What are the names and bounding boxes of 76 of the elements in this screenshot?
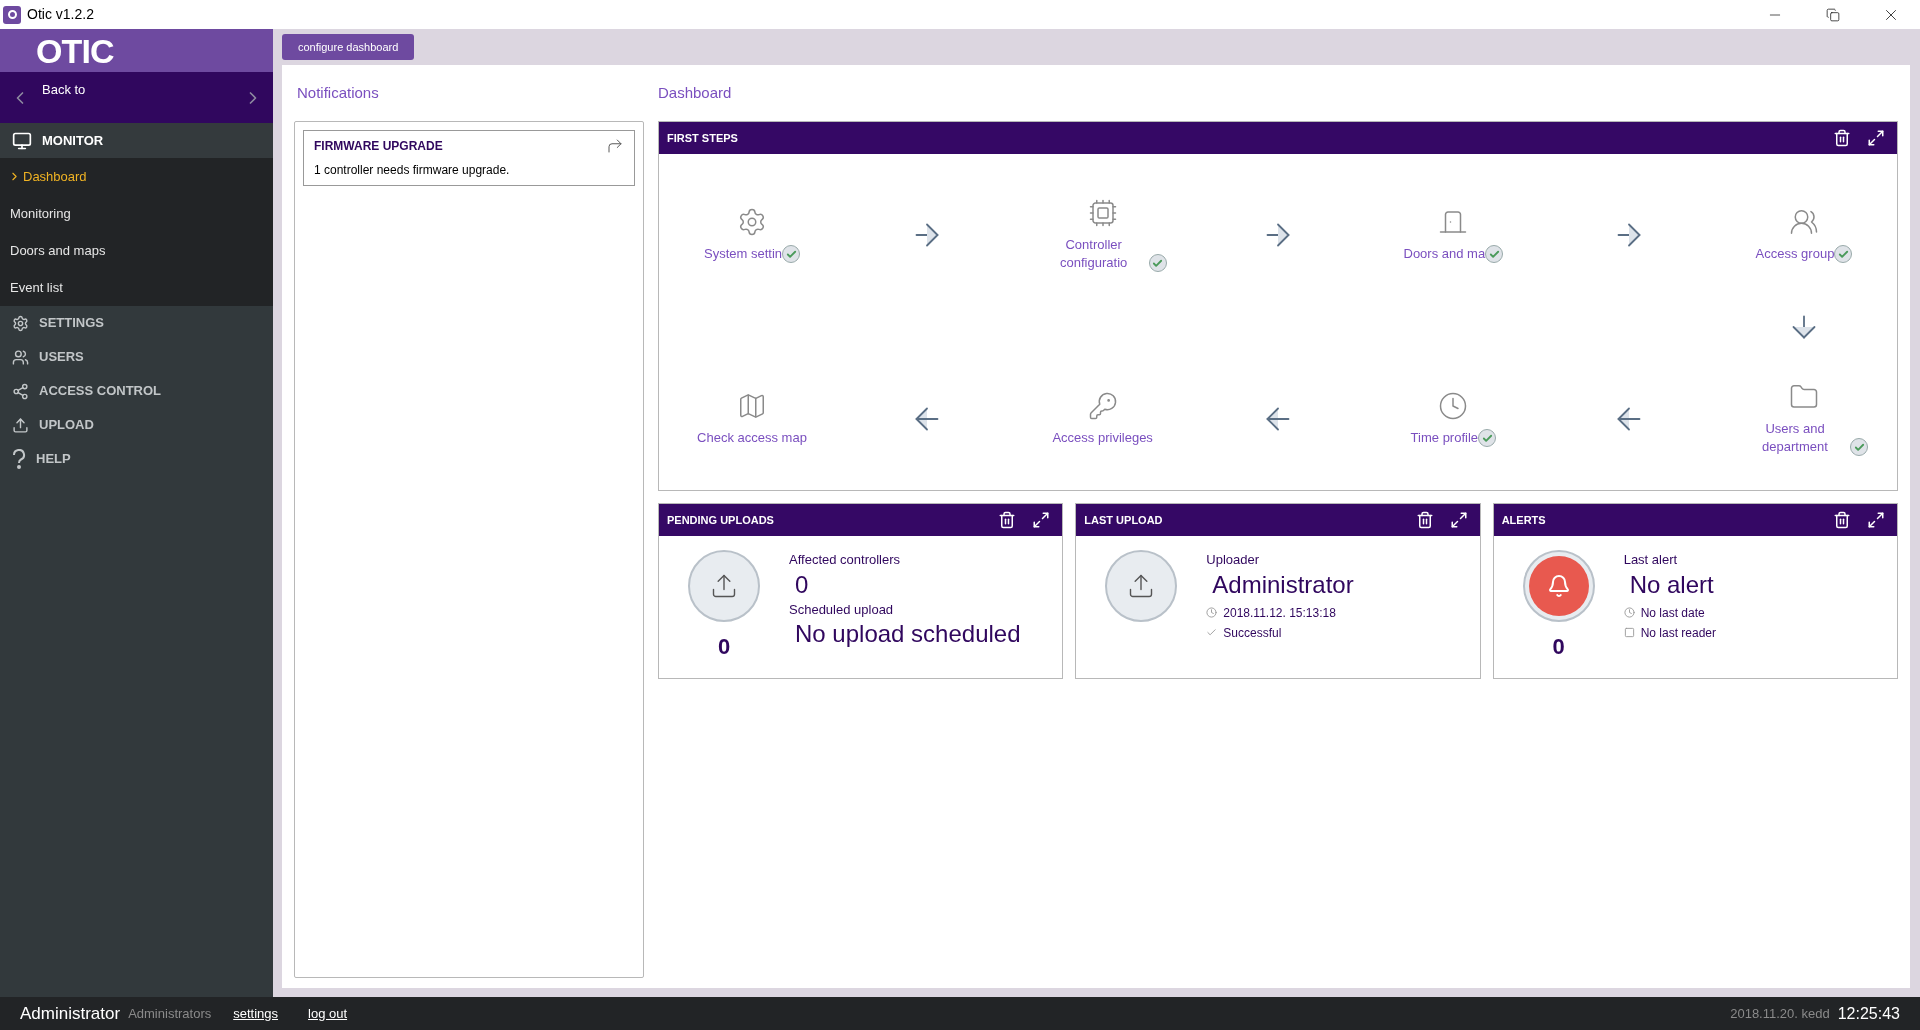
clock-icon <box>1438 391 1469 421</box>
window-title: Otic v1.2.2 <box>27 5 94 24</box>
step-link[interactable]: System settin <box>704 245 782 263</box>
nav-item[interactable]: Dashboard <box>0 158 273 195</box>
map-icon <box>737 391 767 421</box>
status-date: 2018.11.20. kedd <box>1730 1004 1830 1023</box>
field-label: Last alert <box>1623 551 1679 569</box>
panel-title: LAST UPLOAD <box>1084 512 1163 528</box>
expand-icon[interactable] <box>1867 511 1885 529</box>
field-value: 0 <box>794 569 810 600</box>
settings-icon <box>12 314 29 332</box>
field-value: No upload scheduled <box>794 619 1021 649</box>
panel-title: FIRST STEPS <box>667 130 738 146</box>
step-link[interactable]: Controller configuratio <box>1038 236 1149 272</box>
logo: OTIC <box>36 33 114 68</box>
notification-title: FIRMWARE UPGRADE <box>314 138 444 155</box>
delete-icon[interactable] <box>1833 511 1851 529</box>
people-icon <box>1789 207 1819 237</box>
step-link[interactable]: Time profile <box>1410 429 1479 447</box>
delete-icon[interactable] <box>998 511 1017 529</box>
help-icon <box>12 449 26 469</box>
expand-icon[interactable] <box>1449 511 1468 529</box>
field-value: No alert <box>1628 569 1715 600</box>
nav-section[interactable]: USERS <box>0 340 273 374</box>
dashboard-title: Dashboard <box>658 82 733 103</box>
status-link[interactable]: settings <box>233 1003 279 1024</box>
configure-dashboard-button[interactable]: configure dashboard <box>282 34 415 60</box>
user-name: Administrator <box>20 1002 121 1025</box>
app-icon <box>3 5 21 24</box>
status-link[interactable]: log out <box>308 1003 348 1024</box>
chip-icon <box>1087 198 1118 228</box>
count: 0 <box>1552 633 1565 661</box>
nav-item[interactable]: Event list <box>0 269 273 306</box>
detail-text: Successful <box>1223 624 1282 642</box>
status-time: 12:25:43 <box>1837 1003 1900 1024</box>
square-icon <box>1623 627 1635 638</box>
field-label: Uploader <box>1206 551 1261 569</box>
nav-section[interactable]: ACCESS CONTROL <box>0 374 273 408</box>
step-link[interactable]: Users and department <box>1740 420 1850 456</box>
panel-title: PENDING UPLOADS <box>667 512 774 528</box>
nav-section[interactable]: SETTINGS <box>0 306 273 340</box>
share-icon <box>12 382 29 400</box>
step-link[interactable]: Access privileges <box>1052 429 1153 447</box>
field-value: Administrator <box>1211 569 1354 600</box>
nav-item[interactable]: Doors and maps <box>0 232 273 269</box>
user-group: Administrators <box>128 1003 212 1024</box>
count: 0 <box>717 633 731 661</box>
step-link[interactable]: Check access map <box>697 429 807 447</box>
nav-item[interactable]: Monitoring <box>0 195 273 232</box>
monitor-icon <box>12 130 32 151</box>
notifications-title: Notifications <box>296 82 380 103</box>
detail-text: No last reader <box>1640 624 1717 642</box>
check-icon <box>1206 627 1218 638</box>
panel-title: ALERTS <box>1501 512 1546 528</box>
forward-icon[interactable] <box>606 137 624 155</box>
notification-card[interactable]: FIRMWARE UPGRADE 1 controller needs firmware upgrade. <box>303 130 635 186</box>
expand-icon[interactable] <box>1867 129 1885 147</box>
notification-text: 1 controller needs firmware upgrade. <box>314 162 510 179</box>
field-label: Affected controllers <box>789 551 902 569</box>
expand-icon[interactable] <box>1032 511 1051 529</box>
delete-icon[interactable] <box>1415 511 1434 529</box>
nav-section[interactable]: UPLOAD <box>0 408 273 442</box>
upload-icon <box>12 416 29 434</box>
back-label[interactable]: Back to <box>42 80 243 100</box>
step-link[interactable]: Doors and ma <box>1403 245 1486 263</box>
clock-icon <box>1623 607 1635 618</box>
step-link[interactable]: Access group <box>1755 245 1835 263</box>
gear-icon <box>737 207 767 237</box>
key-icon <box>1087 391 1118 421</box>
field-label: Scheduled upload <box>789 600 895 619</box>
delete-icon[interactable] <box>1833 129 1851 147</box>
nav-section[interactable]: HELP <box>0 442 273 476</box>
detail-text: No last date <box>1640 604 1705 622</box>
detail-text: 2018.11.12. 15:13:18 <box>1223 604 1336 622</box>
users-icon <box>12 348 29 366</box>
clock-icon <box>1206 607 1218 618</box>
